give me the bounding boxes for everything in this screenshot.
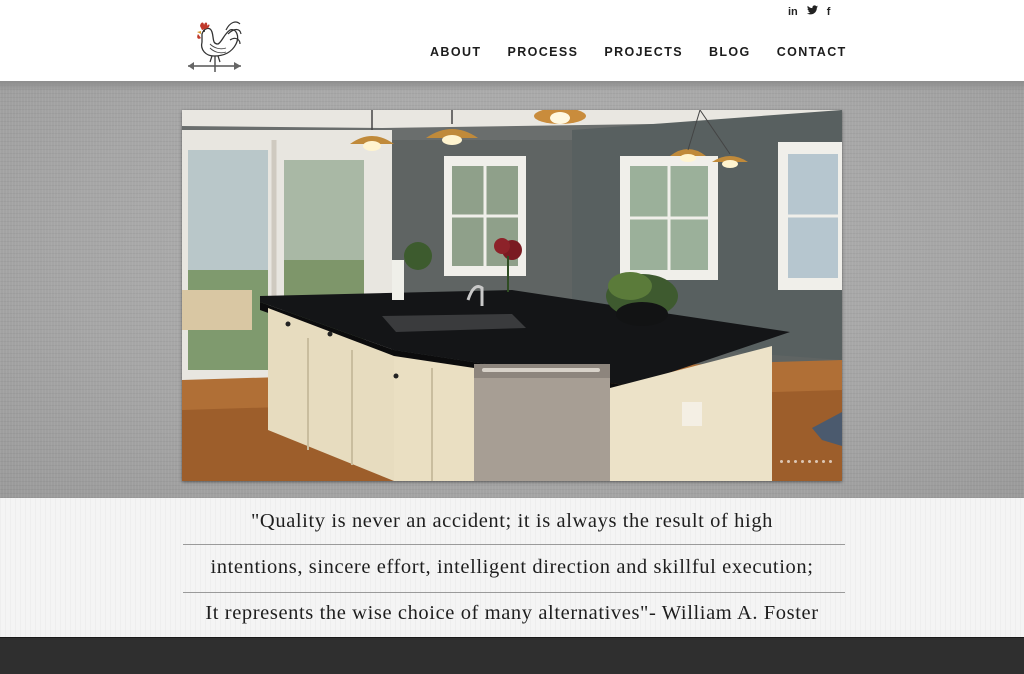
slider-dot[interactable] bbox=[787, 460, 790, 463]
quote-line-2: intentions, sincere effort, intelligent … bbox=[210, 556, 814, 578]
site-footer bbox=[0, 637, 1024, 674]
slider-dots[interactable] bbox=[780, 460, 832, 463]
hero-slider[interactable] bbox=[182, 110, 842, 481]
quote-section: "Quality is never an accident; it is alw… bbox=[0, 498, 1024, 637]
kitchen-island-photo bbox=[182, 110, 842, 481]
quote-divider bbox=[183, 544, 845, 545]
twitter-icon[interactable] bbox=[806, 5, 818, 19]
site-header: in f ABOUT PROCESS PROJECTS BLOG CONTACT bbox=[0, 0, 1024, 81]
nav-projects[interactable]: PROJECTS bbox=[604, 45, 683, 59]
nav-blog[interactable]: BLOG bbox=[709, 45, 751, 59]
band-shadow bbox=[0, 81, 1024, 91]
slider-dot[interactable] bbox=[794, 460, 797, 463]
slider-dot[interactable] bbox=[815, 460, 818, 463]
facebook-icon[interactable]: f bbox=[827, 5, 831, 19]
nav-process[interactable]: PROCESS bbox=[507, 45, 578, 59]
nav-about[interactable]: ABOUT bbox=[430, 45, 481, 59]
quote-divider bbox=[183, 592, 845, 593]
slider-dot[interactable] bbox=[801, 460, 804, 463]
slider-dot[interactable] bbox=[808, 460, 811, 463]
nav-contact[interactable]: CONTACT bbox=[777, 45, 847, 59]
social-links: in f bbox=[788, 5, 830, 19]
rooster-weathervane-icon bbox=[188, 21, 242, 72]
quote-line-3: It represents the wise choice of many al… bbox=[205, 602, 819, 624]
slider-dot[interactable] bbox=[780, 460, 783, 463]
slider-dot[interactable] bbox=[822, 460, 825, 463]
main-nav: ABOUT PROCESS PROJECTS BLOG CONTACT bbox=[430, 45, 847, 59]
slider-dot[interactable] bbox=[829, 460, 832, 463]
logo-link[interactable] bbox=[186, 14, 244, 74]
linkedin-icon[interactable]: in bbox=[788, 5, 798, 19]
quote-line-1: "Quality is never an accident; it is alw… bbox=[250, 510, 774, 532]
